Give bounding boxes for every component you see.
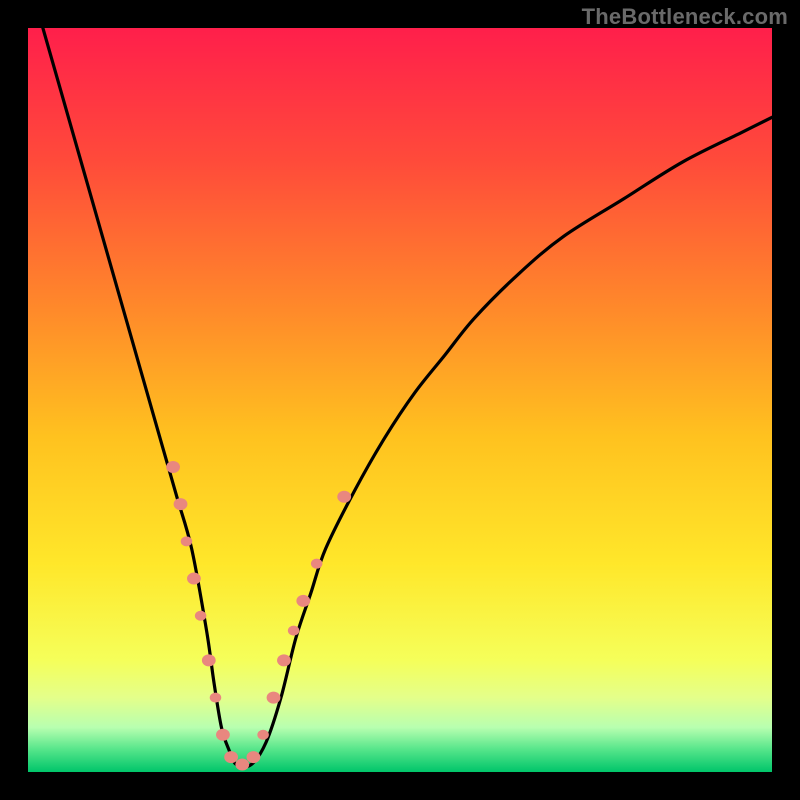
marker-dot <box>174 498 188 510</box>
marker-dot <box>195 611 207 621</box>
marker-dot <box>224 751 238 763</box>
marker-dot <box>187 573 201 585</box>
marker-dot <box>166 461 180 473</box>
chart-stage: TheBottleneck.com <box>0 0 800 800</box>
marker-dot <box>277 654 291 666</box>
watermark-text: TheBottleneck.com <box>582 4 788 30</box>
plot-area <box>28 28 772 772</box>
marker-dot <box>267 692 281 704</box>
marker-dot <box>288 626 300 636</box>
marker-dot <box>337 491 351 503</box>
marker-dot <box>257 730 269 740</box>
bottleneck-chart <box>28 28 772 772</box>
marker-dot <box>247 751 261 763</box>
marker-dot <box>235 759 249 771</box>
marker-dot <box>210 693 222 703</box>
marker-dot <box>311 559 323 569</box>
marker-dot <box>181 536 193 546</box>
marker-dot <box>202 654 216 666</box>
marker-dot <box>296 595 310 607</box>
gradient-background <box>28 28 772 772</box>
marker-dot <box>216 729 230 741</box>
